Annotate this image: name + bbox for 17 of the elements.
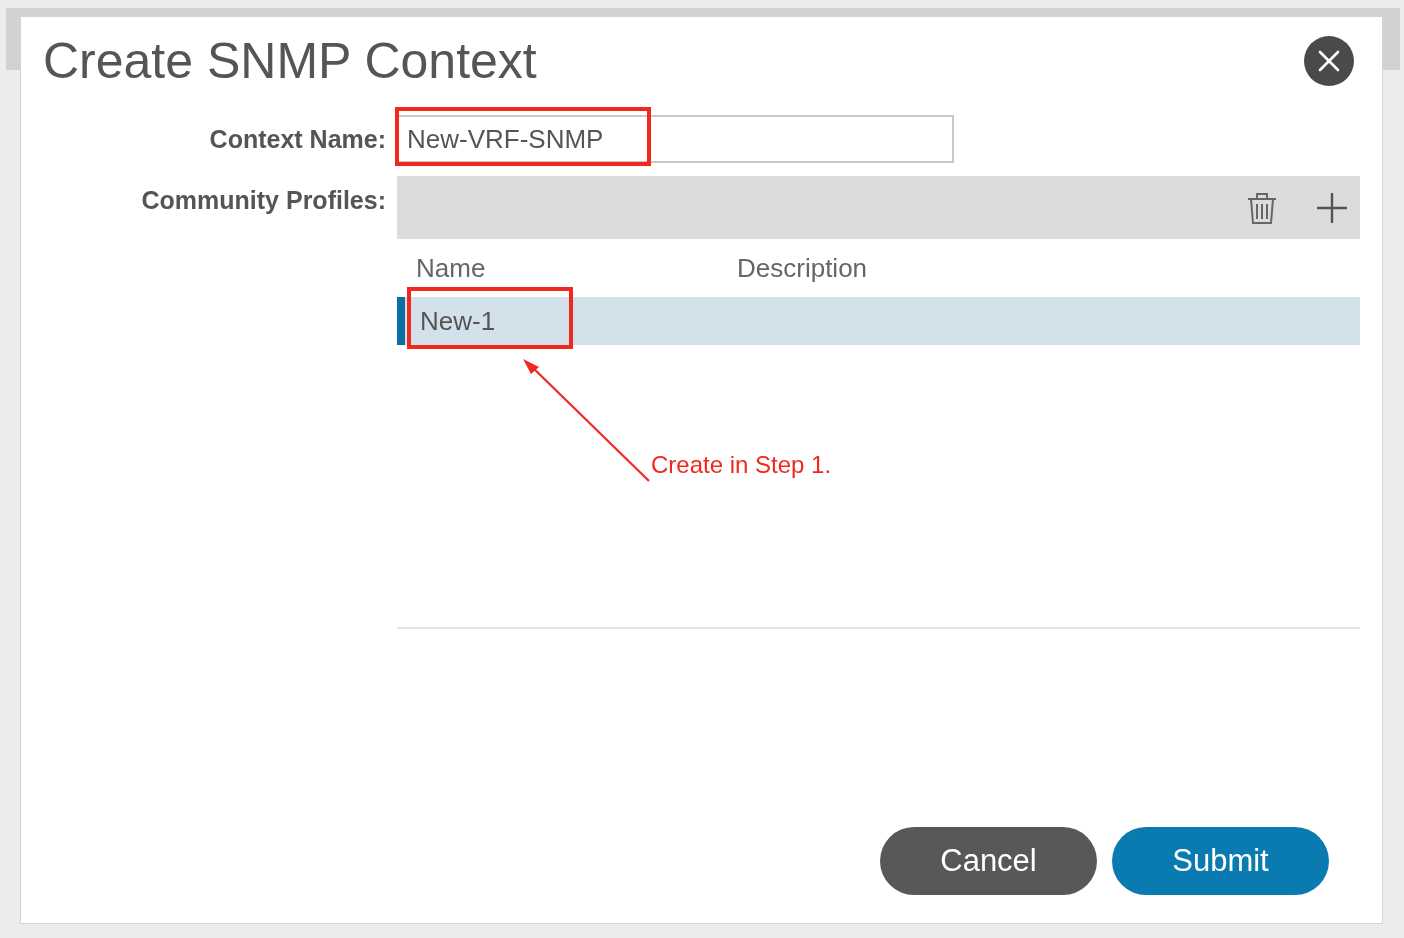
add-button[interactable]: [1316, 191, 1348, 224]
annotation-text: Create in Step 1.: [651, 451, 832, 479]
plus-icon: [1316, 191, 1348, 224]
field-label: Context Name:: [208, 124, 387, 155]
column-header: Description: [737, 252, 868, 284]
close-button[interactable]: [1304, 36, 1354, 86]
trash-icon: [1246, 190, 1278, 225]
context-name-field[interactable]: New-VRF-SNMP: [397, 115, 954, 163]
delete-button[interactable]: [1246, 190, 1278, 225]
column-header: Name: [416, 252, 487, 284]
table-row[interactable]: New-1: [397, 297, 1360, 345]
close-icon: [1318, 50, 1340, 72]
dialog-title: Create SNMP Context: [43, 33, 537, 89]
field-label: Community Profiles:: [140, 185, 387, 216]
dialog-button[interactable]: Submit: [1112, 827, 1329, 895]
dialog-button[interactable]: Cancel: [880, 827, 1097, 895]
table-cell: New-1: [420, 305, 496, 337]
